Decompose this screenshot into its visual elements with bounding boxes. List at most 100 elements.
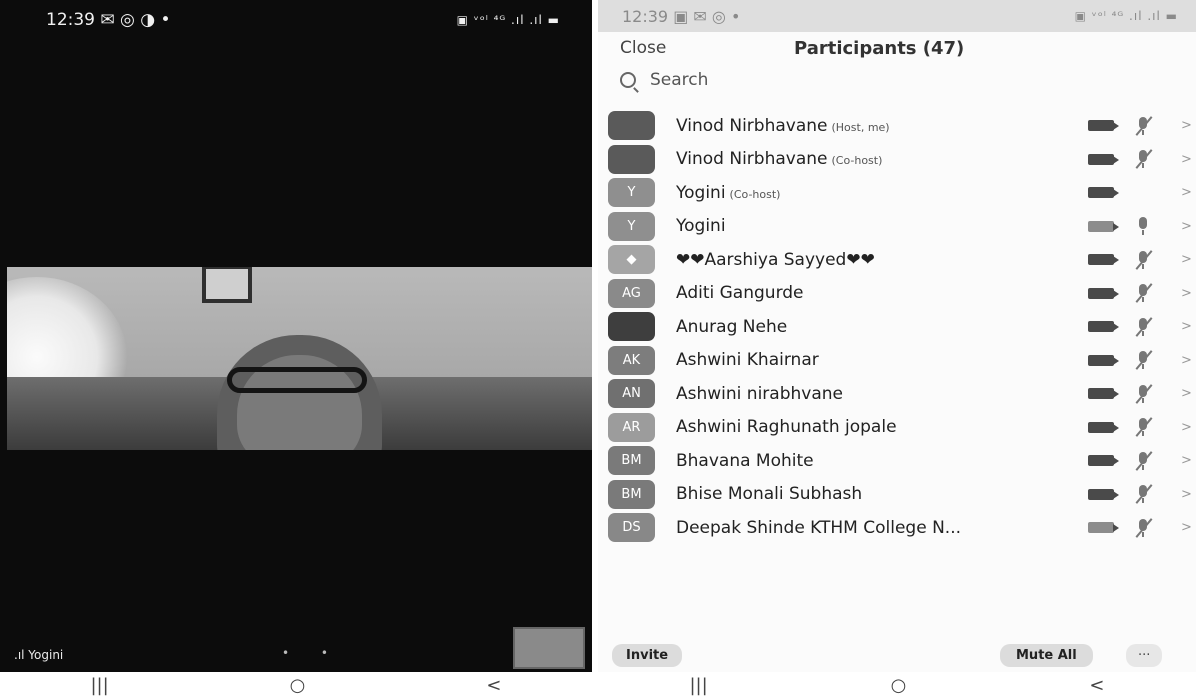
chevron-right-icon[interactable]: > [1181, 353, 1192, 368]
page-indicator[interactable]: • • [282, 646, 342, 660]
participant-role: (Co-host) [729, 187, 781, 201]
participant-row[interactable]: ◆ ❤❤Aarshiya Sayyed❤❤ > [598, 243, 1196, 277]
mic-muted-icon [1132, 450, 1154, 471]
participant-row[interactable]: Y Yogini > [598, 210, 1196, 244]
participant-name-wrap: Aditi Gangurde [676, 283, 804, 303]
participant-avatar: Y [608, 178, 655, 208]
video-off-icon [1088, 354, 1119, 366]
chevron-right-icon[interactable]: > [1181, 185, 1192, 200]
participant-name-wrap: Yogini (Co-host) [676, 183, 780, 203]
video-off-icon [1088, 187, 1119, 199]
chevron-right-icon[interactable]: > [1181, 319, 1192, 334]
active-speaker-video[interactable] [7, 267, 592, 450]
chevron-right-icon[interactable]: > [1181, 520, 1192, 535]
participant-avatar [608, 144, 655, 174]
chevron-right-icon[interactable]: > [1181, 386, 1192, 401]
video-off-icon [1088, 120, 1119, 132]
participant-name: Bhise Monali Subhash [676, 484, 863, 505]
participant-row[interactable]: BM Bhavana Mohite > [598, 444, 1196, 478]
mic-muted-icon [1132, 316, 1154, 337]
participant-name: Yogini [676, 182, 726, 203]
chevron-right-icon[interactable]: > [1181, 487, 1192, 502]
participant-row[interactable]: Vinod Nirbhavane (Co-host) > [598, 143, 1196, 177]
video-off-icon [1088, 388, 1119, 400]
participant-role: (Co-host) [831, 154, 883, 168]
speaker-person [209, 325, 399, 450]
participant-name: ❤❤Aarshiya Sayyed❤❤ [676, 249, 875, 270]
participant-avatar: AN [608, 379, 655, 409]
invite-button[interactable]: Invite [612, 644, 683, 667]
participant-avatar: AG [608, 278, 655, 308]
video-off-icon [1088, 153, 1119, 165]
participant-name-wrap: Bhise Monali Subhash [676, 484, 862, 504]
video-off-icon [1088, 488, 1119, 500]
status-time: 12:39 [46, 10, 95, 30]
participant-name-wrap: Ashwini Khairnar [676, 350, 819, 370]
speaker-name-label: .ıl Yogini [14, 648, 64, 662]
chevron-right-icon[interactable]: > [1181, 118, 1192, 133]
recents-button[interactable]: ||| [689, 675, 707, 696]
chevron-right-icon[interactable]: > [1181, 453, 1192, 468]
participants-header: Close Participants (47) [598, 32, 1196, 64]
speaker-glasses [227, 367, 367, 393]
search-input[interactable]: Search [650, 70, 708, 90]
participant-row[interactable]: AK Ashwini Khairnar > [598, 344, 1196, 378]
mic-muted-icon [1132, 283, 1154, 304]
more-button[interactable]: ··· [1126, 644, 1163, 667]
video-off-icon [1088, 455, 1119, 467]
chevron-right-icon[interactable]: > [1181, 152, 1192, 167]
home-button[interactable]: ○ [891, 675, 907, 696]
participants-list: Vinod Nirbhavane (Host, me) > Vinod Nirbhav… [598, 109, 1196, 545]
participant-avatar [608, 111, 655, 141]
participant-name: Ashwini Raghunath jopale [676, 417, 897, 438]
home-button[interactable]: ○ [290, 675, 306, 696]
notification-icons: ✉ ◎ ◑ • [100, 10, 171, 30]
participant-name: Ashwini nirabhvane [676, 383, 843, 404]
close-button[interactable]: Close [620, 38, 666, 58]
participant-name: Ashwini Khairnar [676, 350, 819, 371]
status-time: 12:39 [622, 6, 669, 26]
mic-muted-icon [1132, 350, 1154, 371]
participant-name-wrap: Ashwini Raghunath jopale [676, 417, 897, 437]
chevron-right-icon[interactable]: > [1181, 252, 1192, 267]
participant-avatar: BM [608, 446, 655, 476]
signal-battery-icons: ▣ ᵛᵒˡ ⁴ᴳ .ıl .ıl ▬ [1074, 9, 1178, 23]
video-off-icon [1088, 421, 1119, 433]
video-off-icon [1088, 254, 1119, 266]
android-nav-bar-left: ||| ○ < [0, 672, 592, 698]
participants-footer: Invite Mute All ··· [598, 640, 1196, 672]
chevron-right-icon[interactable]: > [1181, 420, 1192, 435]
participant-name: Anurag Nehe [676, 316, 788, 337]
participant-row[interactable]: Vinod Nirbhavane (Host, me) > [598, 109, 1196, 143]
page-title: Participants (47) [794, 37, 965, 59]
mute-all-button[interactable]: Mute All [1000, 644, 1093, 667]
search-icon [620, 72, 636, 88]
search-bar[interactable]: Search [620, 70, 708, 90]
participant-row[interactable]: DS Deepak Shinde KTHM College N... > [598, 511, 1196, 545]
participant-row[interactable]: AG Aditi Gangurde > [598, 277, 1196, 311]
participant-role: (Host, me) [831, 120, 890, 134]
participant-row[interactable]: BM Bhise Monali Subhash > [598, 478, 1196, 512]
signal-battery-icons: ▣ ᵛᵒˡ ⁴ᴳ .ıl .ıl ▬ [456, 13, 560, 27]
back-button[interactable]: < [486, 675, 501, 696]
recents-button[interactable]: ||| [90, 675, 108, 696]
participant-avatar: ◆ [608, 245, 655, 275]
participant-row[interactable]: AR Ashwini Raghunath jopale > [598, 411, 1196, 445]
participant-name-wrap: Ashwini nirabhvane [676, 384, 843, 404]
self-view-thumbnail[interactable] [513, 627, 585, 669]
mic-muted-icon [1132, 149, 1154, 170]
participant-name: Aditi Gangurde [676, 283, 804, 304]
back-button[interactable]: < [1089, 675, 1104, 696]
participant-row[interactable]: Anurag Nehe > [598, 310, 1196, 344]
participant-name-wrap: Vinod Nirbhavane (Host, me) [676, 116, 890, 136]
status-bar: 12:39 ▣ ✉ ◎ • ▣ ᵛᵒˡ ⁴ᴳ .ıl .ıl ▬ [598, 0, 1196, 32]
participant-row[interactable]: Y Yogini (Co-host) > [598, 176, 1196, 210]
video-off-icon [1088, 287, 1119, 299]
participant-row[interactable]: AN Ashwini nirabhvane > [598, 377, 1196, 411]
participant-name-wrap: Bhavana Mohite [676, 451, 814, 471]
chevron-right-icon[interactable]: > [1181, 286, 1192, 301]
participant-avatar: AK [608, 345, 655, 375]
chevron-right-icon[interactable]: > [1181, 219, 1192, 234]
video-off-icon [1088, 321, 1119, 333]
participant-name-wrap: ❤❤Aarshiya Sayyed❤❤ [676, 250, 875, 270]
